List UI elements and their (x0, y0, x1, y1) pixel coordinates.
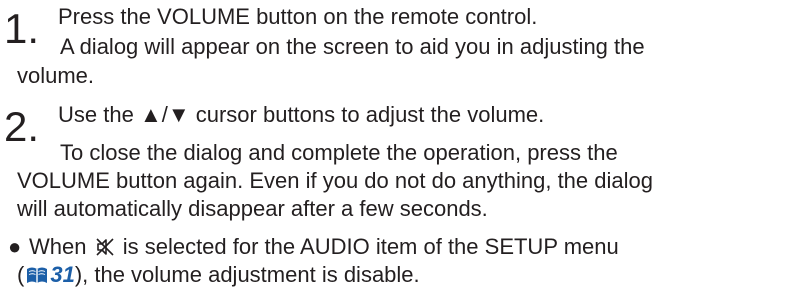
note-bullet: ● (8, 234, 22, 259)
step-2-heading: Use the ▲/▼ cursor buttons to adjust the… (58, 102, 544, 128)
step-1-detail-line-1: A dialog will appear on the screen to ai… (60, 34, 645, 59)
step-2-number: 2. (4, 103, 40, 150)
arrow-up-icon: ▲ (139, 102, 162, 127)
step-2-detail-line-3: will automatically disappear after a few… (17, 196, 488, 221)
step-1-heading: Press the VOLUME button on the remote co… (58, 4, 538, 29)
arrow-down-icon: ▼ (167, 102, 190, 127)
note-line-2-open-paren: ( (17, 262, 25, 287)
mute-icon (96, 238, 114, 256)
note-line-2: ( 31), the volume adjustment is disable. (17, 262, 420, 288)
step-2-detail-line-1: To close the dialog and complete the ope… (60, 140, 618, 165)
step-1-detail-line-2: volume. (17, 63, 95, 88)
step-2-detail-line-2: VOLUME button again. Even if you do not … (17, 168, 653, 193)
note-line-1-prefix: When (29, 234, 93, 259)
manual-book-icon (27, 267, 48, 283)
note-line-1-suffix: is selected for the AUDIO item of the SE… (116, 234, 619, 259)
step-1-number: 1. (4, 5, 40, 52)
step-2-heading-suffix: cursor buttons to adjust the volume. (189, 102, 545, 127)
note-line-1: When is selected for the AUDIO item of t… (29, 234, 619, 260)
step-2-heading-prefix: Use the (58, 102, 140, 127)
page-reference-link[interactable]: 31 (50, 262, 74, 287)
note-line-2-tail: ), the volume adjustment is disable. (74, 262, 420, 287)
